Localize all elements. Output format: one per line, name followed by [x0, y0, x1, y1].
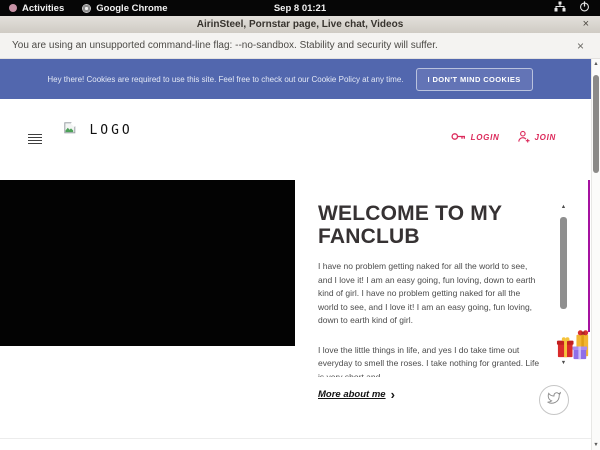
chevron-right-icon: ›	[391, 390, 395, 400]
site-logo[interactable]: LOGO	[64, 121, 133, 139]
scroll-up-icon[interactable]: ▲	[559, 204, 568, 210]
activities-button[interactable]: Activities	[0, 0, 73, 16]
window-titlebar: AirinSteel, Pornstar page, Live chat, Vi…	[0, 16, 600, 34]
gnome-top-bar: Activities Google Chrome Sep 8 01:21	[0, 0, 600, 16]
gift-boxes-icon	[555, 351, 594, 368]
app-menu-label: Google Chrome	[96, 3, 167, 14]
desktop: Activities Google Chrome Sep 8 01:21	[0, 0, 600, 450]
broken-image-icon	[64, 121, 80, 138]
fanclub-heading: WELCOME TO MY FANCLUB	[318, 202, 503, 248]
login-button[interactable]: LOGIN	[451, 131, 500, 144]
gifts-widget[interactable]	[555, 325, 594, 364]
browser-scrollbar-thumb[interactable]	[593, 75, 599, 173]
bio-scroll-area[interactable]: WELCOME TO MY FANCLUB I have no problem …	[318, 202, 558, 377]
cookie-message: Hey there! Cookies are required to use t…	[47, 75, 403, 84]
person-plus-icon	[517, 130, 530, 145]
logo-text: LOGO	[89, 123, 132, 138]
scroll-down-icon[interactable]: ▼	[592, 442, 600, 448]
section-divider	[0, 438, 591, 439]
gift-ribbon-line	[588, 180, 590, 332]
activities-icon	[9, 4, 17, 12]
site-header: LOGO LOGIN	[0, 99, 600, 180]
more-about-me-link[interactable]: More about me ›	[318, 389, 395, 400]
twitter-button[interactable]	[539, 385, 569, 415]
join-label: JOIN	[535, 133, 556, 142]
menu-icon[interactable]	[28, 134, 42, 146]
bio-paragraph: I love the little things in life, and ye…	[318, 344, 540, 378]
bio-paragraph: I have no problem getting naked for all …	[318, 260, 540, 328]
flag-warning-bar: You are using an unsupported command-lin…	[0, 33, 600, 59]
scroll-up-icon[interactable]: ▲	[592, 61, 600, 67]
video-player[interactable]	[0, 180, 295, 346]
more-about-me-label: More about me	[318, 389, 386, 400]
join-button[interactable]: JOIN	[517, 130, 556, 145]
accept-cookies-button[interactable]: I DON'T MIND COOKIES	[416, 68, 533, 91]
flag-warning-close-button[interactable]: ×	[577, 39, 584, 53]
window-close-button[interactable]: ×	[583, 16, 589, 33]
panel-scrollbar-thumb[interactable]	[560, 217, 567, 309]
power-icon[interactable]	[579, 1, 590, 15]
window-title: AirinSteel, Pornstar page, Live chat, Vi…	[197, 19, 404, 30]
cookie-banner: Hey there! Cookies are required to use t…	[0, 59, 600, 99]
login-label: LOGIN	[471, 133, 500, 142]
header-nav: LOGIN JOIN	[451, 130, 556, 145]
app-menu-button[interactable]: Google Chrome	[73, 0, 176, 16]
network-icon[interactable]	[554, 1, 566, 15]
key-icon	[451, 131, 466, 144]
flag-warning-text: You are using an unsupported command-lin…	[12, 40, 577, 51]
twitter-icon	[547, 391, 561, 410]
activities-label: Activities	[22, 3, 64, 14]
chrome-icon	[82, 4, 91, 13]
browser-scrollbar: ▲ ▼	[591, 59, 600, 450]
